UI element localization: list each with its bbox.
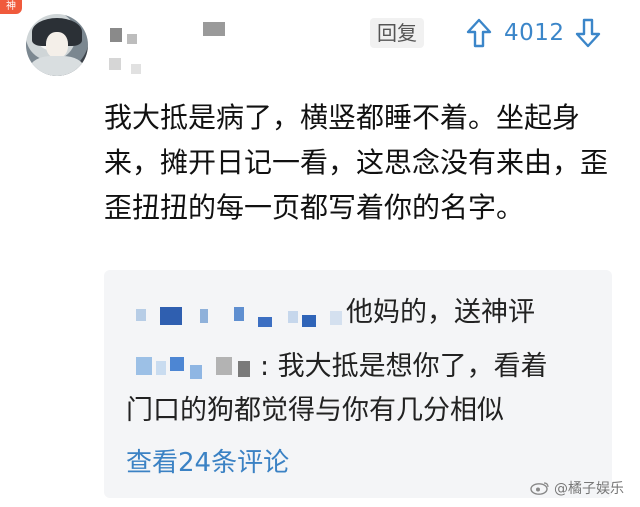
avatar[interactable] [26,14,88,76]
replies-card[interactable]: 他妈的，送神评 : 我大抵是想你了，看着 门口的狗都觉得与你有几分相似 查看24… [104,270,612,498]
avatar-face [46,32,68,58]
username-pixelated[interactable] [105,18,240,82]
pixel-block [110,28,122,42]
pixel-block [127,34,137,44]
pixel-block [203,22,225,36]
reply-username-pixelated[interactable] [134,351,260,385]
vote-count: 4012 [504,20,565,46]
weibo-logo-icon [530,482,549,495]
watermark: @橘子娱乐 [530,478,624,498]
reply-text: 他妈的，送神评 [346,297,535,328]
reply-button[interactable]: 回复 [370,18,424,48]
reply-text: : 我大抵是想你了，看着 [260,351,548,382]
avatar-robe [30,56,84,76]
downvote-arrow-icon[interactable] [575,18,601,48]
reply-text-continued: 门口的狗都觉得与你有几分相似 [126,395,504,426]
view-more-comments-link[interactable]: 查看24条评论 [126,442,289,479]
reply-item: 他妈的，送神评 [134,290,535,331]
pixel-block [131,64,141,74]
upvote-arrow-icon[interactable] [466,18,492,48]
reply-item: : 我大抵是想你了，看着 [134,344,548,385]
watermark-text: @橘子娱乐 [554,481,624,497]
reply-username-pixelated[interactable] [134,297,346,331]
comment-text: 我大抵是病了，横竖都睡不着。坐起身来，摊开日记一看，这思念没有来由，歪歪扭扭的每… [104,101,609,224]
god-comment-badge: 神 [0,0,22,14]
pixel-block [109,58,121,70]
badge-label: 神 [6,1,16,12]
vote-control: 4012 [466,16,601,50]
